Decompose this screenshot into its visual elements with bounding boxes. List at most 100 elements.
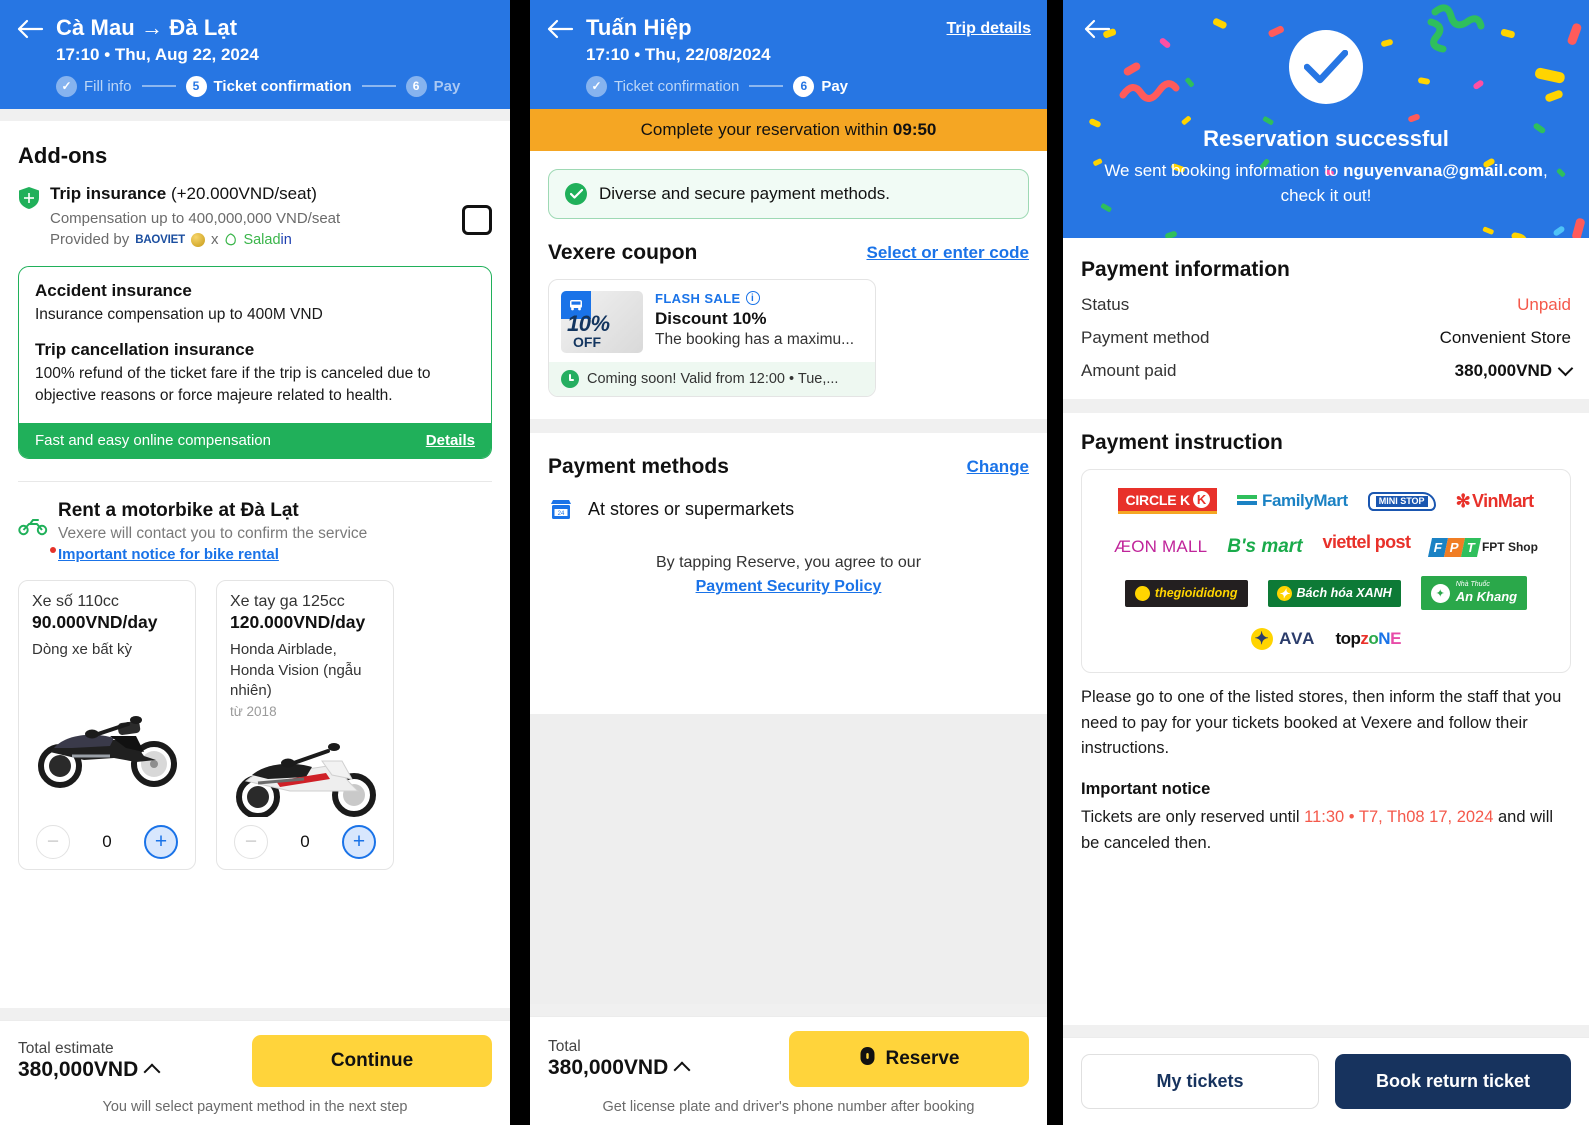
total-amount[interactable]: 380,000VND bbox=[18, 1058, 161, 1082]
quantity-value: 0 bbox=[300, 832, 310, 852]
coupon-badge-icon: 10% OFF bbox=[561, 290, 643, 353]
step-ticket-confirmation[interactable]: 5 Ticket confirmation bbox=[185, 75, 352, 97]
insurance-details-link[interactable]: Details bbox=[426, 432, 475, 449]
panel1-footer: Total estimate 380,000VND Continue You w… bbox=[0, 1020, 510, 1125]
step-ticket-confirmation[interactable]: ✓ Ticket confirmation bbox=[586, 75, 739, 97]
store-logo-row: ✦ thegioididong ✦ Bách hóa XANH ✦ Nhà Thuốc… bbox=[1092, 576, 1560, 611]
increment-button[interactable]: + bbox=[144, 825, 178, 860]
vinmart-label: VinMart bbox=[1472, 490, 1534, 511]
payment-information-section: Payment information Status Unpaid Paymen… bbox=[1063, 238, 1589, 399]
secure-payment-banner: Diverse and secure payment methods. bbox=[548, 168, 1029, 219]
section-divider bbox=[530, 418, 1047, 433]
step-pay[interactable]: 6 Pay bbox=[793, 75, 849, 97]
ava-mark-icon: ✦ bbox=[1251, 628, 1274, 651]
decrement-button[interactable]: − bbox=[234, 825, 268, 860]
bike-name: Xe tay ga 125cc bbox=[230, 593, 345, 611]
ankhang-logo: ✦ Nhà Thuốc An Khang bbox=[1420, 576, 1528, 611]
trip-details-link[interactable]: Trip details bbox=[947, 20, 1031, 38]
motorbike-card[interactable]: Xe số 110cc 90.000VND/day Dòng xe bất kỳ bbox=[18, 580, 196, 871]
instruction-text: Please go to one of the listed stores, t… bbox=[1081, 688, 1562, 758]
payment-instruction-section: Payment instruction CIRCLE KK FamilyMart… bbox=[1063, 413, 1589, 674]
trip-insurance-compensation: Compensation up to 400,000,000 VND/seat bbox=[50, 210, 341, 228]
store-logo-row: ÆON MALL B's mart viettel post FPT FPT S… bbox=[1092, 532, 1560, 562]
page-title: Cà Mau → Đà Lạt bbox=[56, 15, 238, 40]
info-icon[interactable]: i bbox=[745, 291, 760, 305]
reserve-button[interactable]: Reserve bbox=[789, 1031, 1029, 1087]
baoviet-logo: BAOVIET bbox=[135, 233, 185, 246]
decrement-button[interactable]: − bbox=[36, 825, 70, 860]
continue-button[interactable]: Continue bbox=[252, 1035, 492, 1087]
trip-datetime: 17:10 • Thu, 22/08/2024 bbox=[586, 44, 771, 64]
payment-methods-header: Payment methods Change bbox=[530, 455, 1047, 479]
circlek-logo: CIRCLE KK bbox=[1118, 486, 1217, 516]
total-amount[interactable]: 380,000VND bbox=[548, 1056, 691, 1080]
bike-quantity-stepper: − 0 + bbox=[32, 823, 182, 860]
total-label: Total estimate bbox=[18, 1040, 114, 1057]
coupon-validity: Coming soon! Valid from 12:00 • Tue,... bbox=[549, 361, 875, 396]
panel-gap bbox=[510, 0, 530, 1125]
store-logo-row: CIRCLE KK FamilyMart MINI STOP ✻ VinMart bbox=[1092, 486, 1560, 516]
store-logos-box: CIRCLE KK FamilyMart MINI STOP ✻ VinMart bbox=[1081, 469, 1571, 674]
vinmart-star-icon: ✻ bbox=[1455, 491, 1471, 512]
bhx-mark-icon: ✦ bbox=[1276, 585, 1292, 601]
payment-security-policy-link[interactable]: Payment Security Policy bbox=[696, 578, 882, 595]
step-label: Pay bbox=[821, 77, 849, 95]
change-payment-link[interactable]: Change bbox=[967, 457, 1029, 477]
section-divider bbox=[0, 108, 510, 121]
coupon-section-title: Vexere coupon bbox=[548, 240, 698, 264]
trip-insurance-checkbox[interactable] bbox=[462, 204, 492, 235]
payment-instruction-title: Payment instruction bbox=[1081, 431, 1283, 455]
back-icon[interactable] bbox=[546, 14, 586, 40]
clock-icon bbox=[561, 369, 579, 388]
familymart-logo: FamilyMart bbox=[1236, 486, 1348, 516]
accident-insurance-title: Accident insurance bbox=[35, 281, 192, 301]
important-notice-text: Tickets are only reserved until 11:30 • … bbox=[1081, 807, 1554, 852]
fptshop-logo: FPT FPT Shop bbox=[1428, 532, 1538, 562]
reservation-timer-banner: Complete your reservation within 09:50 bbox=[530, 108, 1047, 151]
coupon-off-label: OFF bbox=[573, 333, 601, 350]
motorbike-rental-section: Rent a motorbike at Đà Lạt Vexere will c… bbox=[0, 482, 510, 564]
ankhang-label: An Khang bbox=[1455, 588, 1518, 604]
vinmart-logo: ✻ VinMart bbox=[1455, 486, 1535, 516]
step-fill-info[interactable]: ✓ Fill info bbox=[56, 75, 132, 97]
circlek-label: CIRCLE K bbox=[1125, 491, 1190, 508]
insurance-providers: Provided by BAOVIET x Saladin bbox=[50, 231, 492, 248]
panel-payment: Tuấn Hiệp 17:10 • Thu, 22/08/2024 Trip d… bbox=[530, 0, 1047, 1125]
shield-icon bbox=[18, 186, 40, 210]
coupon-card[interactable]: 10% OFF FLASH SALE i Discount 10% The bo… bbox=[548, 278, 876, 397]
footer-divider bbox=[530, 1004, 1047, 1016]
back-icon[interactable] bbox=[16, 14, 56, 40]
check-circle-icon bbox=[565, 182, 587, 205]
timer-prefix: Complete your reservation within bbox=[640, 119, 889, 139]
motorbike-card[interactable]: Xe tay ga 125cc 120.000VND/day Honda Air… bbox=[216, 580, 394, 871]
step-number-badge: 5 bbox=[185, 75, 207, 97]
progress-steps: ✓ Fill info 5 Ticket confirmation 6 Pay bbox=[56, 75, 494, 97]
bsmart-label: B's mart bbox=[1227, 536, 1303, 558]
chevron-down-icon[interactable] bbox=[1557, 361, 1574, 377]
bike-rental-notice-link[interactable]: Important notice for bike rental bbox=[50, 546, 279, 563]
selected-payment-method[interactable]: 24 At stores or supermarkets bbox=[530, 497, 1047, 523]
motorbike-icon bbox=[18, 516, 48, 541]
agreement-text: By tapping Reserve, you agree to our Pay… bbox=[655, 553, 922, 596]
bike-quantity-stepper: − 0 + bbox=[230, 823, 380, 860]
trip-insurance-title: Trip insurance bbox=[50, 183, 167, 203]
step-pay[interactable]: 6 Pay bbox=[405, 75, 460, 97]
info-row-amount-paid[interactable]: Amount paid 380,000VND bbox=[1081, 361, 1574, 381]
back-icon[interactable] bbox=[1083, 18, 1111, 45]
my-tickets-button[interactable]: My tickets bbox=[1081, 1054, 1319, 1109]
coupon-validity-text: Coming soon! Valid from 12:00 • Tue,... bbox=[587, 370, 839, 387]
increment-button[interactable]: + bbox=[342, 825, 376, 860]
bachhoaxanh-label: Bách hóa XANH bbox=[1296, 586, 1392, 601]
panel3-body: Payment information Status Unpaid Paymen… bbox=[1063, 238, 1589, 1025]
info-row-payment-method: Payment method Convenient Store bbox=[1081, 328, 1571, 348]
payment-information-title: Payment information bbox=[1081, 258, 1290, 282]
bachhoaxanh-logo: ✦ Bách hóa XANH bbox=[1267, 578, 1401, 608]
coupon-section-header: Vexere coupon Select or enter code bbox=[530, 241, 1047, 265]
book-return-ticket-button[interactable]: Book return ticket bbox=[1335, 1054, 1571, 1109]
select-enter-code-link[interactable]: Select or enter code bbox=[866, 243, 1029, 263]
step-connector bbox=[749, 85, 784, 87]
user-email: nguyenvana@gmail.com bbox=[1343, 161, 1543, 180]
tgdd-mark-icon: ✦ bbox=[1134, 585, 1150, 601]
bike-price: 120.000VND/day bbox=[230, 612, 366, 633]
insurance-footer-text: Fast and easy online compensation bbox=[35, 432, 271, 450]
